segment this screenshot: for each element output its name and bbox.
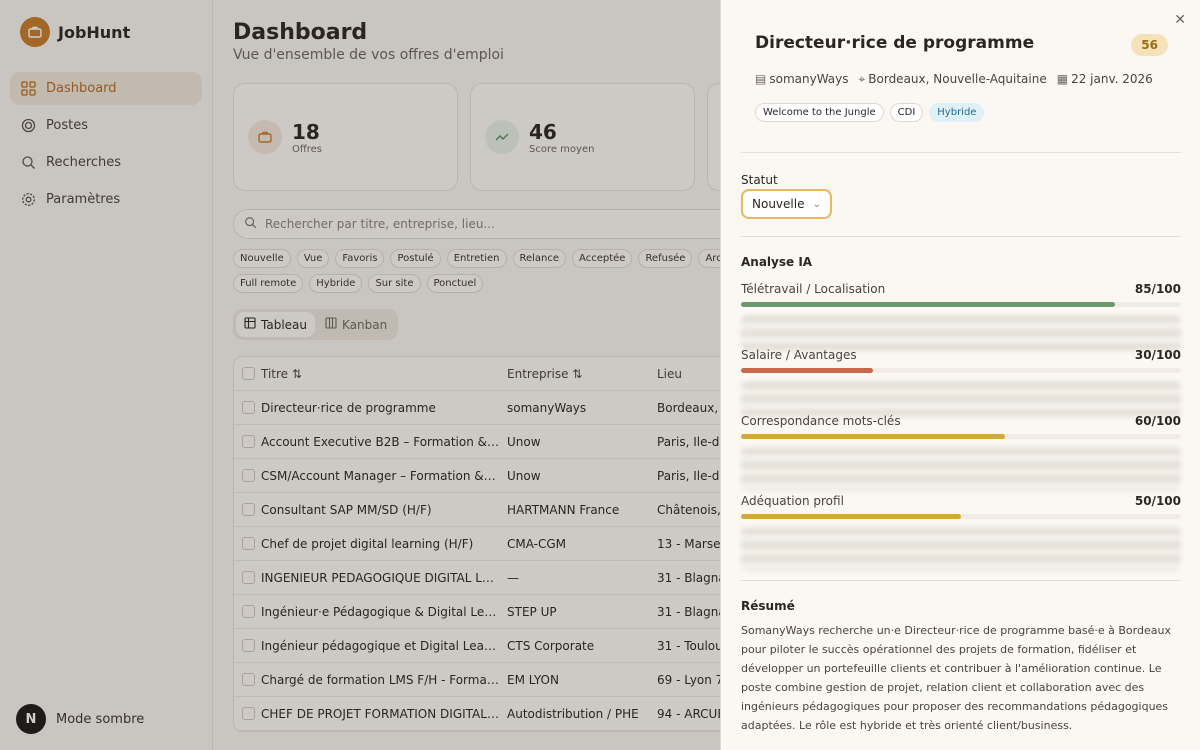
criterion-mots-cles: Correspondance mots-clés 60/100 — [741, 414, 1181, 491]
blurred-text — [741, 447, 1181, 491]
location-meta: ⌖ Bordeaux, Nouvelle-Aquitaine — [858, 72, 1047, 86]
offer-title: Directeur·rice de programme — [755, 33, 1035, 53]
criterion-score: 85/100 — [1134, 282, 1181, 296]
criterion-salaire: Salaire / Avantages 30/100 — [741, 348, 1181, 417]
criterion-label: Adéquation profil — [741, 494, 844, 508]
building-icon: ▤ — [755, 72, 767, 86]
criterion-label: Correspondance mots-clés — [741, 414, 901, 428]
criterion-score: 50/100 — [1134, 494, 1181, 508]
criterion-score: 30/100 — [1134, 348, 1181, 362]
blurred-text — [741, 381, 1181, 417]
criterion-teletravail: Télétravail / Localisation 85/100 — [741, 282, 1181, 351]
blurred-text — [741, 527, 1181, 571]
status-label: Statut — [741, 173, 778, 187]
criterion-bar — [741, 368, 1181, 373]
score-badge: 56 — [1131, 34, 1168, 56]
map-pin-icon: ⌖ — [858, 72, 866, 86]
offer-detail-panel: ✕ Directeur·rice de programme 56 ▤ somany… — [720, 0, 1200, 750]
criterion-bar-fill — [741, 434, 1005, 439]
workmode-tag: Hybride — [929, 103, 985, 122]
status-value: Nouvelle — [752, 197, 805, 211]
summary-text: SomanyWays recherche un·e Directeur·rice… — [741, 624, 1171, 732]
source-tag: Welcome to the Jungle — [755, 103, 884, 122]
criterion-score: 60/100 — [1134, 414, 1181, 428]
date-meta: ▦ 22 janv. 2026 — [1056, 72, 1153, 86]
criterion-bar-fill — [741, 302, 1115, 307]
divider — [741, 152, 1181, 153]
calendar-icon: ▦ — [1056, 72, 1069, 86]
offer-tags: Welcome to the Jungle CDI Hybride — [755, 103, 985, 122]
chevron-down-icon: ⌄ — [812, 198, 821, 210]
criterion-bar-fill — [741, 368, 873, 373]
criterion-bar — [741, 302, 1181, 307]
status-select[interactable]: Nouvelle ⌄ — [741, 189, 832, 219]
contract-tag: CDI — [889, 103, 924, 122]
blurred-text — [741, 315, 1181, 351]
summary-title: Résumé — [741, 599, 795, 613]
criterion-bar — [741, 434, 1181, 439]
criterion-bar-fill — [741, 514, 961, 519]
criterion-bar — [741, 514, 1181, 519]
divider — [741, 236, 1181, 237]
modal-backdrop[interactable] — [0, 0, 720, 750]
divider — [741, 580, 1181, 581]
offer-meta: ▤ somanyWays ⌖ Bordeaux, Nouvelle-Aquitain… — [755, 72, 1153, 87]
close-icon[interactable]: ✕ — [1174, 12, 1186, 28]
company-meta: ▤ somanyWays — [755, 72, 849, 86]
criterion-label: Salaire / Avantages — [741, 348, 857, 362]
analysis-title: Analyse IA — [741, 255, 813, 269]
criterion-profil: Adéquation profil 50/100 — [741, 494, 1181, 571]
criterion-label: Télétravail / Localisation — [741, 282, 886, 296]
